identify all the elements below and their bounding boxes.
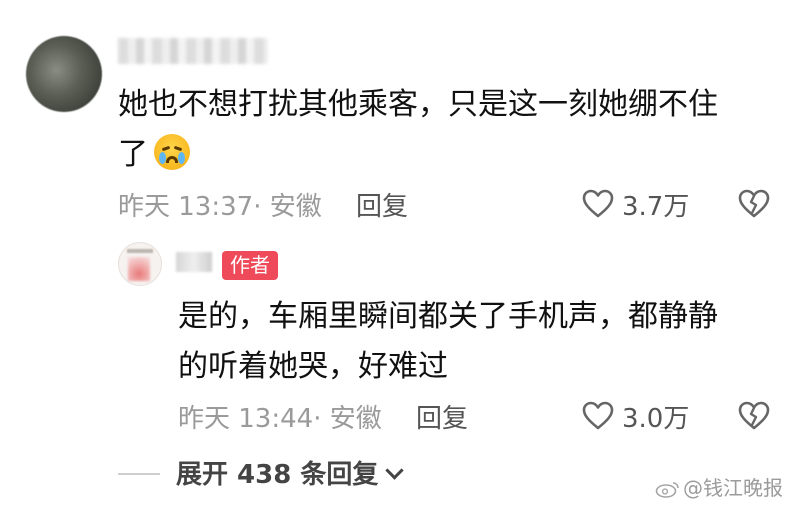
comment-reply-button[interactable]: 回复 <box>356 186 408 223</box>
comment-dislike-broken-heart-icon[interactable] <box>738 189 770 219</box>
chevron-down-icon <box>385 461 405 480</box>
author-badge: 作者 <box>222 251 278 280</box>
reply-text: 是的，车厢里瞬间都关了手机声，都静静 的听着她哭，好难过 <box>178 292 768 392</box>
reply-dislike-broken-heart-icon[interactable] <box>738 401 770 431</box>
reply-location: 安徽 <box>329 404 382 434</box>
weibo-logo-icon <box>655 479 681 498</box>
crying-face-emoji-icon <box>154 134 190 170</box>
comment-meta: 昨天 13:37· 安徽 <box>118 192 322 222</box>
comment-text-line2: 了 <box>118 130 758 180</box>
comment-like-count: 3.7万 <box>622 192 690 222</box>
watermark-text: @钱江晚报 <box>683 476 783 500</box>
reply-text-line2: 的听着她哭，好难过 <box>178 349 448 384</box>
expand-replies-button[interactable]: 展开 438 条回复 <box>176 454 405 491</box>
reply-time: 昨天 13:44 <box>178 404 314 434</box>
commenter-avatar[interactable] <box>26 36 102 112</box>
author-avatar[interactable] <box>118 242 162 286</box>
reply-meta: 昨天 13:44· 安徽 <box>178 404 382 434</box>
expand-divider <box>118 473 160 475</box>
commenter-name-blurred[interactable] <box>118 38 268 64</box>
author-name-blurred[interactable] <box>176 252 212 272</box>
reply-text-line1: 是的，车厢里瞬间都关了手机声，都静静 <box>178 299 718 334</box>
reply-like-count: 3.0万 <box>622 404 690 434</box>
comment-like-heart-icon[interactable] <box>582 189 614 219</box>
comment-text-line1: 她也不想打扰其他乘客，只是这一刻她绷不住 <box>118 87 718 122</box>
reply-like-heart-icon[interactable] <box>582 401 614 431</box>
expand-replies-label: 展开 438 条回复 <box>176 460 379 490</box>
comment-location: 安徽 <box>269 192 322 222</box>
reply-reply-button[interactable]: 回复 <box>416 398 468 435</box>
comment-text: 她也不想打扰其他乘客，只是这一刻她绷不住 了 <box>118 80 758 180</box>
comment-time: 昨天 13:37 <box>118 192 254 222</box>
weibo-watermark: @钱江晚报 <box>655 472 783 501</box>
comment-text-line2-text: 了 <box>118 137 148 172</box>
